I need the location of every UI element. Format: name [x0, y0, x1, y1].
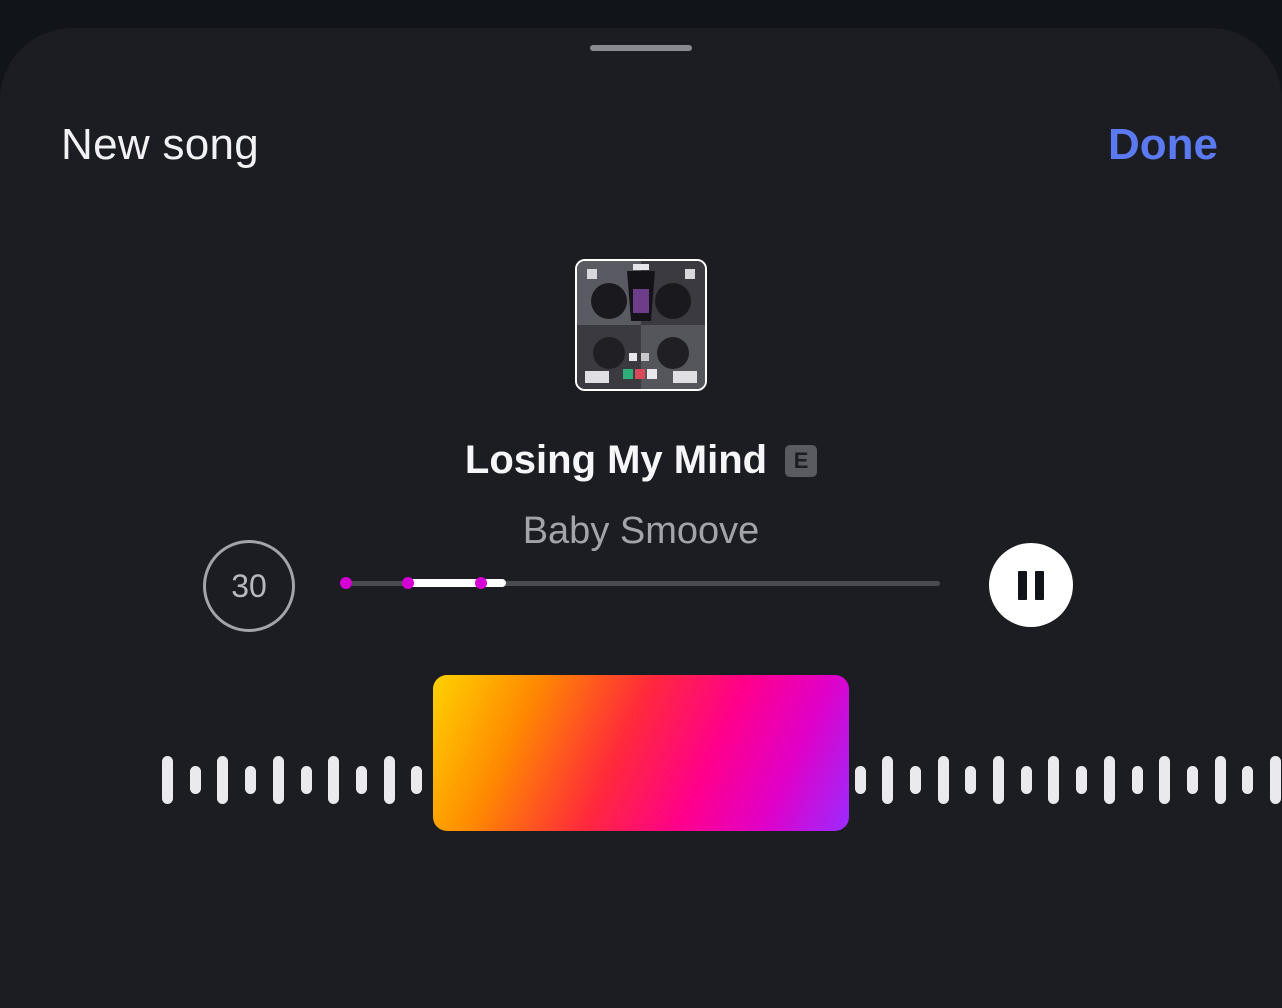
- waveform-bar: [355, 766, 367, 794]
- waveform-bar: [993, 756, 1004, 804]
- song-start-marker: [340, 577, 352, 589]
- waveform-bar: [1103, 756, 1115, 804]
- waveform-bar: [383, 756, 395, 804]
- album-art: [575, 259, 707, 391]
- waveform-bar: [1214, 756, 1226, 804]
- waveform-bar: [1242, 766, 1254, 794]
- waveform-bar: [1270, 756, 1281, 804]
- waveform-bar: [328, 756, 340, 804]
- waveform-bar: [937, 756, 949, 804]
- waveform-bar: [189, 766, 201, 794]
- track-title: Losing My Mind: [464, 438, 768, 482]
- clip-playhead-marker: [475, 577, 487, 589]
- explicit-badge: E: [785, 444, 818, 477]
- sheet-grabber[interactable]: [590, 45, 692, 51]
- waveform-bar: [217, 756, 229, 804]
- waveform-bar: [1131, 766, 1143, 794]
- waveform-bar: [854, 766, 866, 794]
- clip-range-indicator: [408, 579, 507, 587]
- waveform-bar: [1076, 766, 1088, 794]
- waveform-bar: [245, 766, 257, 794]
- waveform-bar: [1186, 766, 1198, 794]
- waveform-bar: [272, 756, 284, 804]
- waveform-bar: [1048, 756, 1060, 804]
- clip-duration-button[interactable]: 30: [203, 540, 295, 632]
- waveform-bar: [1159, 756, 1171, 804]
- pause-button[interactable]: [989, 543, 1073, 627]
- done-button[interactable]: Done: [1108, 120, 1218, 170]
- header-title: New song: [61, 120, 260, 169]
- waveform-bar: [882, 756, 894, 804]
- track-title-row: Losing My Mind E: [0, 438, 1282, 483]
- waveform-bar: [909, 766, 921, 794]
- clip-selector-handle[interactable]: [433, 675, 849, 831]
- waveform-bar: [162, 756, 173, 804]
- waveform-bar: [411, 766, 423, 794]
- waveform-bar: [1020, 766, 1032, 794]
- waveform-bar: [300, 766, 312, 794]
- track-artist: Baby Smoove: [522, 510, 760, 552]
- waveform-bar: [965, 766, 977, 794]
